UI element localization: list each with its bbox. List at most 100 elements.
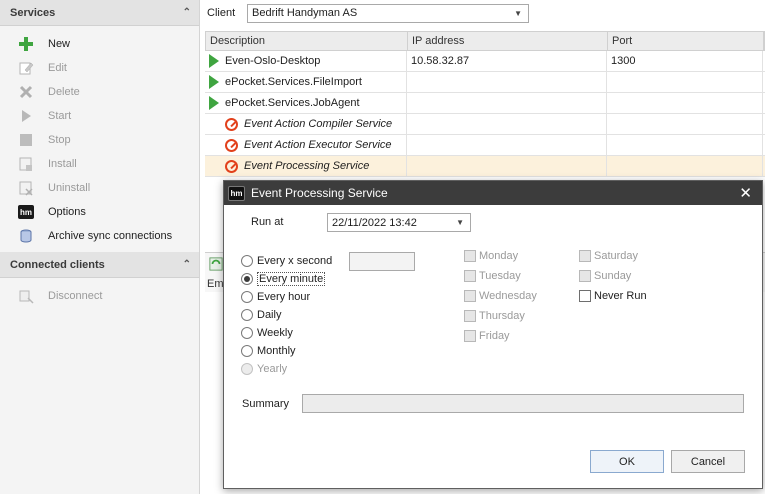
row-description-text: Event Action Compiler Service [244, 118, 393, 130]
services-header-label: Services [10, 6, 56, 19]
column-header-ip-address[interactable]: IP address [408, 32, 608, 50]
row-ip [407, 156, 607, 176]
hm-logo-icon: hm [228, 185, 245, 201]
row-description-text: ePocket.Services.JobAgent [225, 97, 360, 109]
checkbox-wednesday[interactable]: Wednesday [464, 286, 537, 306]
row-ip [407, 93, 607, 113]
disconnect-button[interactable]: Disconnect [0, 284, 199, 308]
run-at-datetime-input[interactable]: 22/11/2022 13:42 ▼ [327, 213, 471, 232]
radio-label: Daily [257, 309, 282, 321]
radio-label: Yearly [257, 363, 288, 375]
checkbox-tuesday[interactable]: Tuesday [464, 266, 537, 286]
cancel-button[interactable]: Cancel [671, 450, 745, 473]
uninstall-service-button[interactable]: Uninstall [0, 176, 199, 200]
options-button[interactable]: hm Options [0, 200, 199, 224]
radio-button[interactable] [241, 345, 253, 357]
edit-service-button[interactable]: Edit [0, 56, 199, 80]
row-description: Event Action Compiler Service [205, 114, 407, 134]
new-service-button[interactable]: New [0, 32, 199, 56]
client-select[interactable]: Bedrift Handyman AS ▼ [247, 3, 529, 23]
radio-yearly[interactable]: Yearly [241, 360, 332, 378]
radio-weekly[interactable]: Weekly [241, 324, 332, 342]
client-select-value: Bedrift Handyman AS [252, 7, 358, 19]
radio-daily[interactable]: Daily [241, 306, 332, 324]
connected-clients-header-label: Connected clients [10, 258, 105, 271]
checkbox-saturday[interactable]: Saturday [579, 246, 647, 266]
edit-label: Edit [48, 62, 67, 74]
refresh-icon[interactable] [209, 257, 223, 274]
checkbox-never-run[interactable]: Never Run [579, 286, 647, 306]
table-row[interactable]: Event Action Executor Service [205, 135, 765, 156]
checkbox[interactable] [464, 250, 476, 262]
column-header-description[interactable]: Description [206, 32, 408, 50]
checkbox[interactable] [464, 310, 476, 322]
install-service-button[interactable]: Install [0, 152, 199, 176]
checkbox-friday[interactable]: Friday [464, 326, 537, 346]
table-row[interactable]: Event Action Compiler Service [205, 114, 765, 135]
row-description: ePocket.Services.FileImport [205, 72, 407, 92]
column-header-port[interactable]: Port [608, 32, 764, 50]
run-at-value: 22/11/2022 13:42 [332, 216, 417, 229]
archive-sync-connections-button[interactable]: Archive sync connections [0, 224, 199, 248]
radio-label: Weekly [257, 327, 293, 339]
row-port [607, 156, 763, 176]
every-x-second-input[interactable] [349, 252, 415, 271]
row-description-text: Event Action Executor Service [244, 139, 392, 151]
checkbox[interactable] [464, 330, 476, 342]
checkbox[interactable] [579, 270, 591, 282]
running-play-icon [209, 96, 219, 110]
checkbox[interactable] [464, 270, 476, 282]
radio-monthly[interactable]: Monthly [241, 342, 332, 360]
connected-clients-group-header[interactable]: Connected clients ⌃ [0, 252, 199, 278]
chevron-up-icon[interactable]: ⌃ [183, 259, 191, 270]
summary-field[interactable] [302, 394, 744, 413]
services-group-header[interactable]: Services ⌃ [0, 0, 199, 26]
row-ip [407, 72, 607, 92]
table-row-selected[interactable]: Event Processing Service [205, 156, 765, 177]
radio-button[interactable] [241, 309, 253, 321]
start-service-button[interactable]: Start [0, 104, 199, 128]
stopped-icon [225, 159, 238, 173]
radio-button[interactable] [241, 327, 253, 339]
running-play-icon [209, 54, 219, 68]
radio-button-checked[interactable] [241, 273, 253, 285]
radio-label: Every hour [257, 291, 311, 303]
row-description-text: Even-Oslo-Desktop [225, 55, 321, 67]
radio-button[interactable] [241, 291, 253, 303]
stop-service-button[interactable]: Stop [0, 128, 199, 152]
stopped-icon [225, 117, 238, 131]
table-row[interactable]: ePocket.Services.JobAgent [205, 93, 765, 114]
row-description-text: ePocket.Services.FileImport [225, 76, 362, 88]
services-action-list: New Edit Delete Start Stop Install Unins… [0, 26, 199, 252]
close-icon[interactable]: ✕ [739, 184, 752, 202]
radio-every-hour[interactable]: Every hour [241, 288, 332, 306]
table-row[interactable]: Even-Oslo-Desktop 10.58.32.87 1300 [205, 51, 765, 72]
checkbox-thursday[interactable]: Thursday [464, 306, 537, 326]
radio-button-disabled[interactable] [241, 363, 253, 375]
radio-every-x-second[interactable]: Every x second [241, 252, 332, 270]
chevron-up-icon[interactable]: ⌃ [183, 7, 191, 18]
delete-service-button[interactable]: Delete [0, 80, 199, 104]
uninstall-label: Uninstall [48, 182, 91, 194]
dialog-title-bar[interactable]: hm Event Processing Service ✕ [224, 181, 762, 205]
row-ip [407, 135, 607, 155]
row-description: Event Action Executor Service [205, 135, 407, 155]
hm-badge-text: hm [230, 188, 243, 198]
checkbox[interactable] [464, 290, 476, 302]
checkbox-sunday[interactable]: Sunday [579, 266, 647, 286]
checkbox-label: Sunday [594, 270, 632, 282]
checkbox-label: Wednesday [479, 290, 537, 302]
checkbox[interactable] [579, 250, 591, 262]
checkbox-label: Tuesday [479, 270, 521, 282]
checkbox-label: Saturday [594, 250, 639, 262]
radio-every-minute[interactable]: Every minute [241, 270, 332, 288]
services-grid: Description IP address Port Even-Oslo-De… [205, 31, 765, 177]
plus-icon [18, 36, 34, 52]
options-label: Options [48, 206, 86, 218]
checkbox-monday[interactable]: Monday [464, 246, 537, 266]
ok-button[interactable]: OK [590, 450, 664, 473]
radio-button[interactable] [241, 255, 253, 267]
radio-label: Monthly [257, 345, 296, 357]
checkbox[interactable] [579, 290, 591, 302]
table-row[interactable]: ePocket.Services.FileImport [205, 72, 765, 93]
